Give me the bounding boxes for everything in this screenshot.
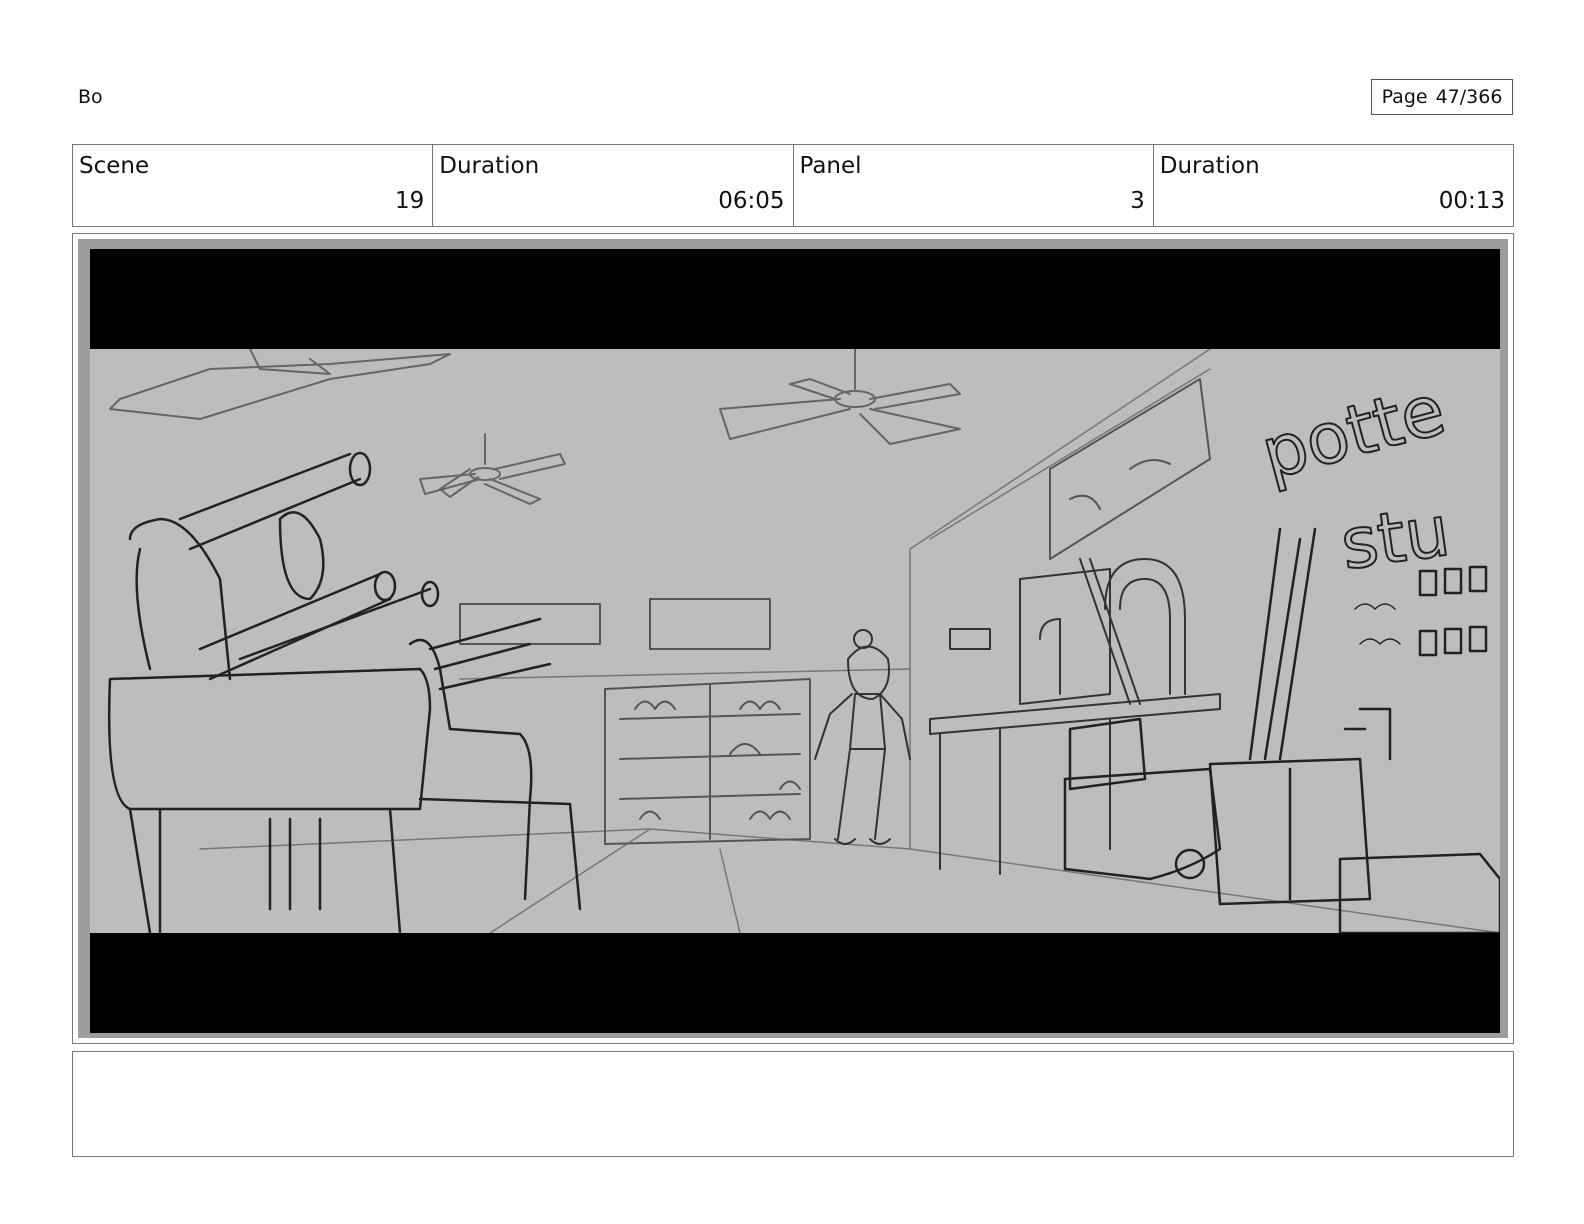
back-shelves: [459, 598, 811, 845]
panel-label: Panel: [799, 153, 862, 179]
storyboard-sketch: potte stu: [107, 349, 1500, 933]
scene-duration-label: Duration: [439, 153, 540, 179]
ceiling-fan-center: [719, 349, 961, 445]
page-label: Page: [1381, 86, 1428, 108]
tables-left: [107, 617, 582, 933]
panel-cell: Panel 3: [794, 145, 1154, 226]
scene-duration-cell: Duration 06:05: [433, 145, 794, 226]
page-number: 47/366: [1435, 86, 1503, 108]
panel-duration-label: Duration: [1159, 153, 1260, 179]
letterbox-top: [90, 249, 1500, 349]
right-counter: [929, 558, 1221, 875]
panel-duration-value: 00:13: [1438, 188, 1505, 214]
scene-duration-value: 06:05: [718, 188, 785, 214]
panel-value: 3: [1130, 188, 1145, 214]
wall-painting: [1049, 378, 1211, 560]
page-indicator: Page 47/366: [1371, 79, 1513, 115]
scene-value: 19: [394, 188, 425, 214]
sign-text-top: potte: [1253, 368, 1453, 495]
stacked-chairs: [128, 451, 440, 681]
letterbox-bottom: [90, 933, 1500, 1033]
panel-frame: potte stu: [72, 233, 1514, 1044]
project-name: Bo: [78, 86, 103, 108]
ceiling-fan-back: [419, 433, 566, 505]
panel-notes: [72, 1051, 1514, 1157]
scene-label: Scene: [79, 153, 150, 179]
panel-duration-cell: Duration 00:13: [1154, 145, 1513, 226]
girl-character: [814, 629, 911, 845]
scene-cell: Scene 19: [73, 145, 434, 226]
panel-image: potte stu: [90, 249, 1500, 1033]
panel-frame-inner: potte stu: [78, 239, 1508, 1038]
panel-info-table: Scene 19 Duration 06:05 Panel 3 Duration…: [72, 144, 1514, 227]
ceiling-fan-left: [109, 349, 451, 420]
